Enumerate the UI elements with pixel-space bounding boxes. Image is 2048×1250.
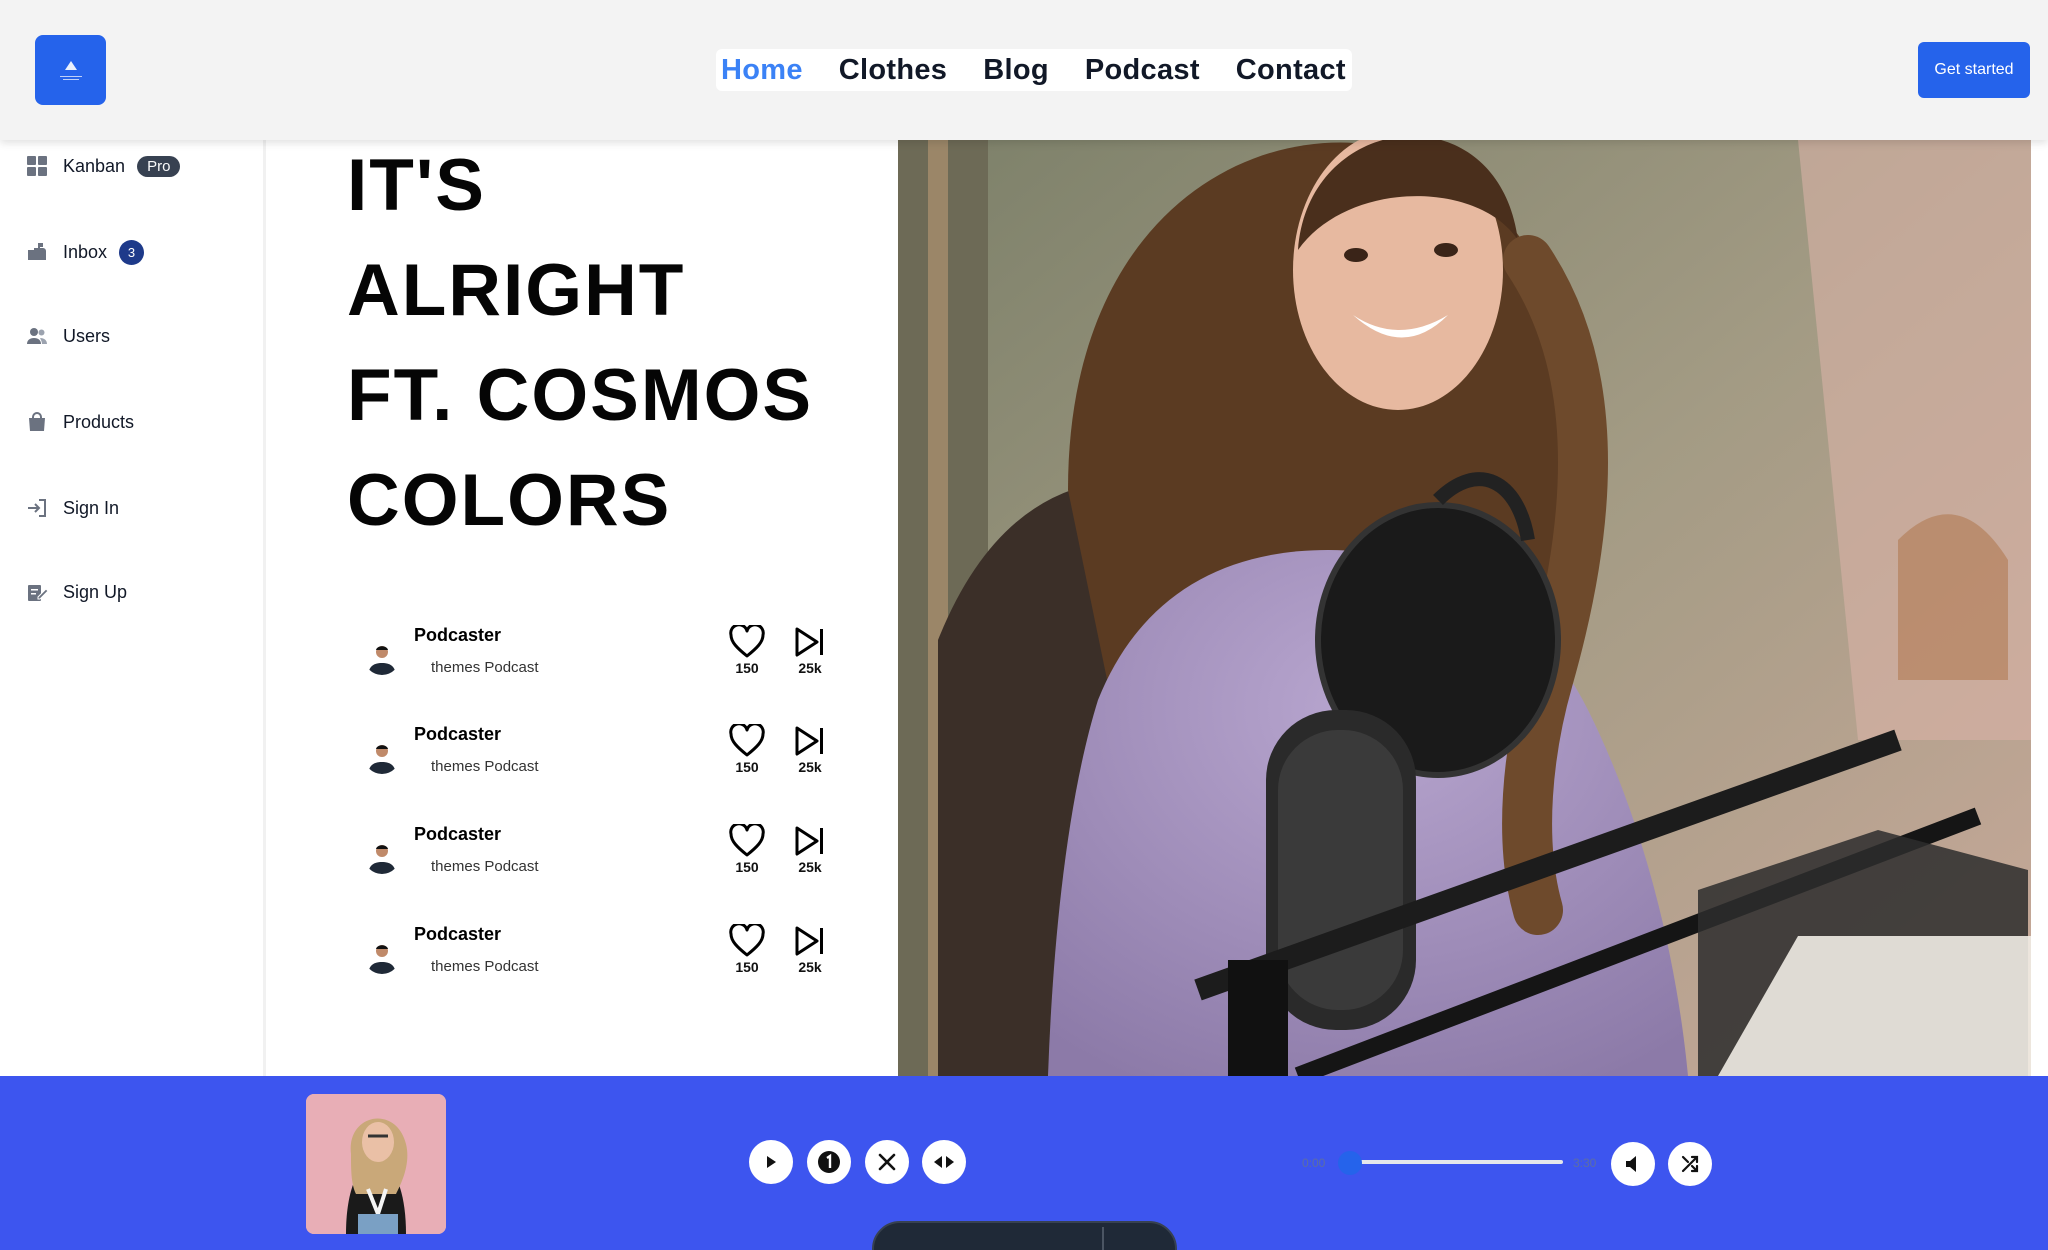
nav-blog[interactable]: Blog [983,54,1049,87]
track-row[interactable]: Podcaster themes Podcast 150 25k [362,625,842,695]
track-row[interactable]: Podcaster themes Podcast 150 25k [362,724,842,794]
podcast-app: Home Clothes Blog Podcast Contact Get st… [0,0,2048,1250]
sidebar-item-inbox[interactable]: Inbox 3 [26,237,145,267]
nav-contact[interactable]: Contact [1236,54,1346,87]
like-button[interactable]: 150 [725,625,769,676]
volume-button[interactable] [1611,1142,1655,1186]
like-count: 150 [735,759,759,775]
sidebar-item-label: Inbox [63,241,108,262]
shuffle-button[interactable] [1668,1142,1712,1186]
nav-clothes[interactable]: Clothes [839,54,947,87]
inbox-icon [26,241,48,263]
dock-divider [1102,1227,1104,1250]
users-icon [26,325,48,347]
sign-up-icon [26,581,48,603]
hero-title-line: ALRIGHT [347,250,686,331]
heart-icon [729,824,765,857]
sidebar-item-kanban[interactable]: Kanban Pro [26,151,181,181]
play-icon [767,1156,776,1168]
skip-arrows-button[interactable] [922,1140,966,1184]
track-row[interactable]: Podcaster themes Podcast 150 25k [362,824,842,894]
play-count: 25k [798,759,822,775]
sidebar-item-products[interactable]: Products [26,407,134,437]
current-time: 0:00 [1302,1156,1326,1170]
volume-icon [1626,1156,1636,1172]
skip-next-icon [795,726,823,756]
podcaster-avatar [364,738,400,774]
sidebar-item-label: Kanban [63,155,126,176]
track-name: Podcaster [414,924,502,944]
sidebar: Kanban Pro Inbox 3 Users Products Sign I… [0,140,266,1076]
number-one-icon [818,1151,840,1173]
close-button[interactable] [865,1140,909,1184]
pro-badge: Pro [137,155,181,177]
get-started-button[interactable]: Get started [1918,42,2030,98]
brand-logo[interactable] [35,35,106,105]
heart-icon [729,724,765,757]
play-count: 25k [798,660,822,676]
nav-podcast[interactable]: Podcast [1085,54,1200,87]
total-time: 3:30 [1573,1156,1597,1170]
heart-icon [729,924,765,957]
track-subtitle: themes Podcast [431,659,539,676]
sidebar-item-label: Sign Up [63,581,128,602]
play-count: 25k [798,959,822,975]
arrows-horizontal-icon [934,1156,954,1168]
seek-bar[interactable] [1350,1160,1563,1164]
hero-title-line: IT'S [347,145,486,226]
logo-mark-icon [64,60,77,70]
repeat-one-button[interactable] [807,1140,851,1184]
skip-next-button[interactable]: 25k [788,824,832,875]
skip-next-icon [795,826,823,856]
skip-next-button[interactable]: 25k [788,924,832,975]
podcaster-avatar [364,639,400,675]
top-header: Home Clothes Blog Podcast Contact Get st… [0,0,2048,140]
grid-icon [26,155,48,177]
like-count: 150 [735,959,759,975]
track-name: Podcaster [414,625,502,645]
seek-handle[interactable] [1338,1151,1362,1175]
play-count: 25k [798,859,822,875]
like-count: 150 [735,859,759,875]
track-row[interactable]: Podcaster themes Podcast 150 25k [362,924,842,994]
sign-in-icon [26,497,48,519]
like-button[interactable]: 150 [725,924,769,975]
podcaster-avatar [364,938,400,974]
like-button[interactable]: 150 [725,724,769,775]
skip-next-icon [795,926,823,956]
sidebar-item-users[interactable]: Users [26,321,110,351]
skip-next-button[interactable]: 25k [788,724,832,775]
main-nav: Home Clothes Blog Podcast Contact [716,49,1352,91]
track-subtitle: themes Podcast [431,858,539,875]
hero-title: IT'S ALRIGHT FT. COSMOS COLORS [347,133,867,553]
inbox-count-badge: 3 [119,239,145,265]
sidebar-item-sign-in[interactable]: Sign In [26,493,119,523]
track-subtitle: themes Podcast [431,758,539,775]
track-name: Podcaster [414,724,502,744]
floating-dock[interactable] [872,1221,1177,1250]
close-icon [878,1153,896,1171]
play-button[interactable] [749,1140,793,1184]
skip-next-button[interactable]: 25k [788,625,832,676]
nav-home[interactable]: Home [721,54,803,87]
shopping-bag-icon [26,411,48,433]
podcaster-avatar [364,838,400,874]
hero-title-line: FT. COSMOS [347,355,814,436]
heart-icon [729,625,765,658]
sidebar-item-label: Users [63,325,111,346]
track-subtitle: themes Podcast [431,958,539,975]
shuffle-icon [1681,1155,1699,1173]
hero-title-line: COLORS [347,460,672,541]
album-cover[interactable] [306,1094,446,1234]
podcast-host-photo [898,140,2031,1076]
sidebar-item-label: Sign In [63,497,120,518]
like-count: 150 [735,660,759,676]
skip-next-icon [795,627,823,657]
like-button[interactable]: 150 [725,824,769,875]
sidebar-item-label: Products [63,411,135,432]
track-name: Podcaster [414,824,502,844]
sidebar-item-sign-up[interactable]: Sign Up [26,577,127,607]
